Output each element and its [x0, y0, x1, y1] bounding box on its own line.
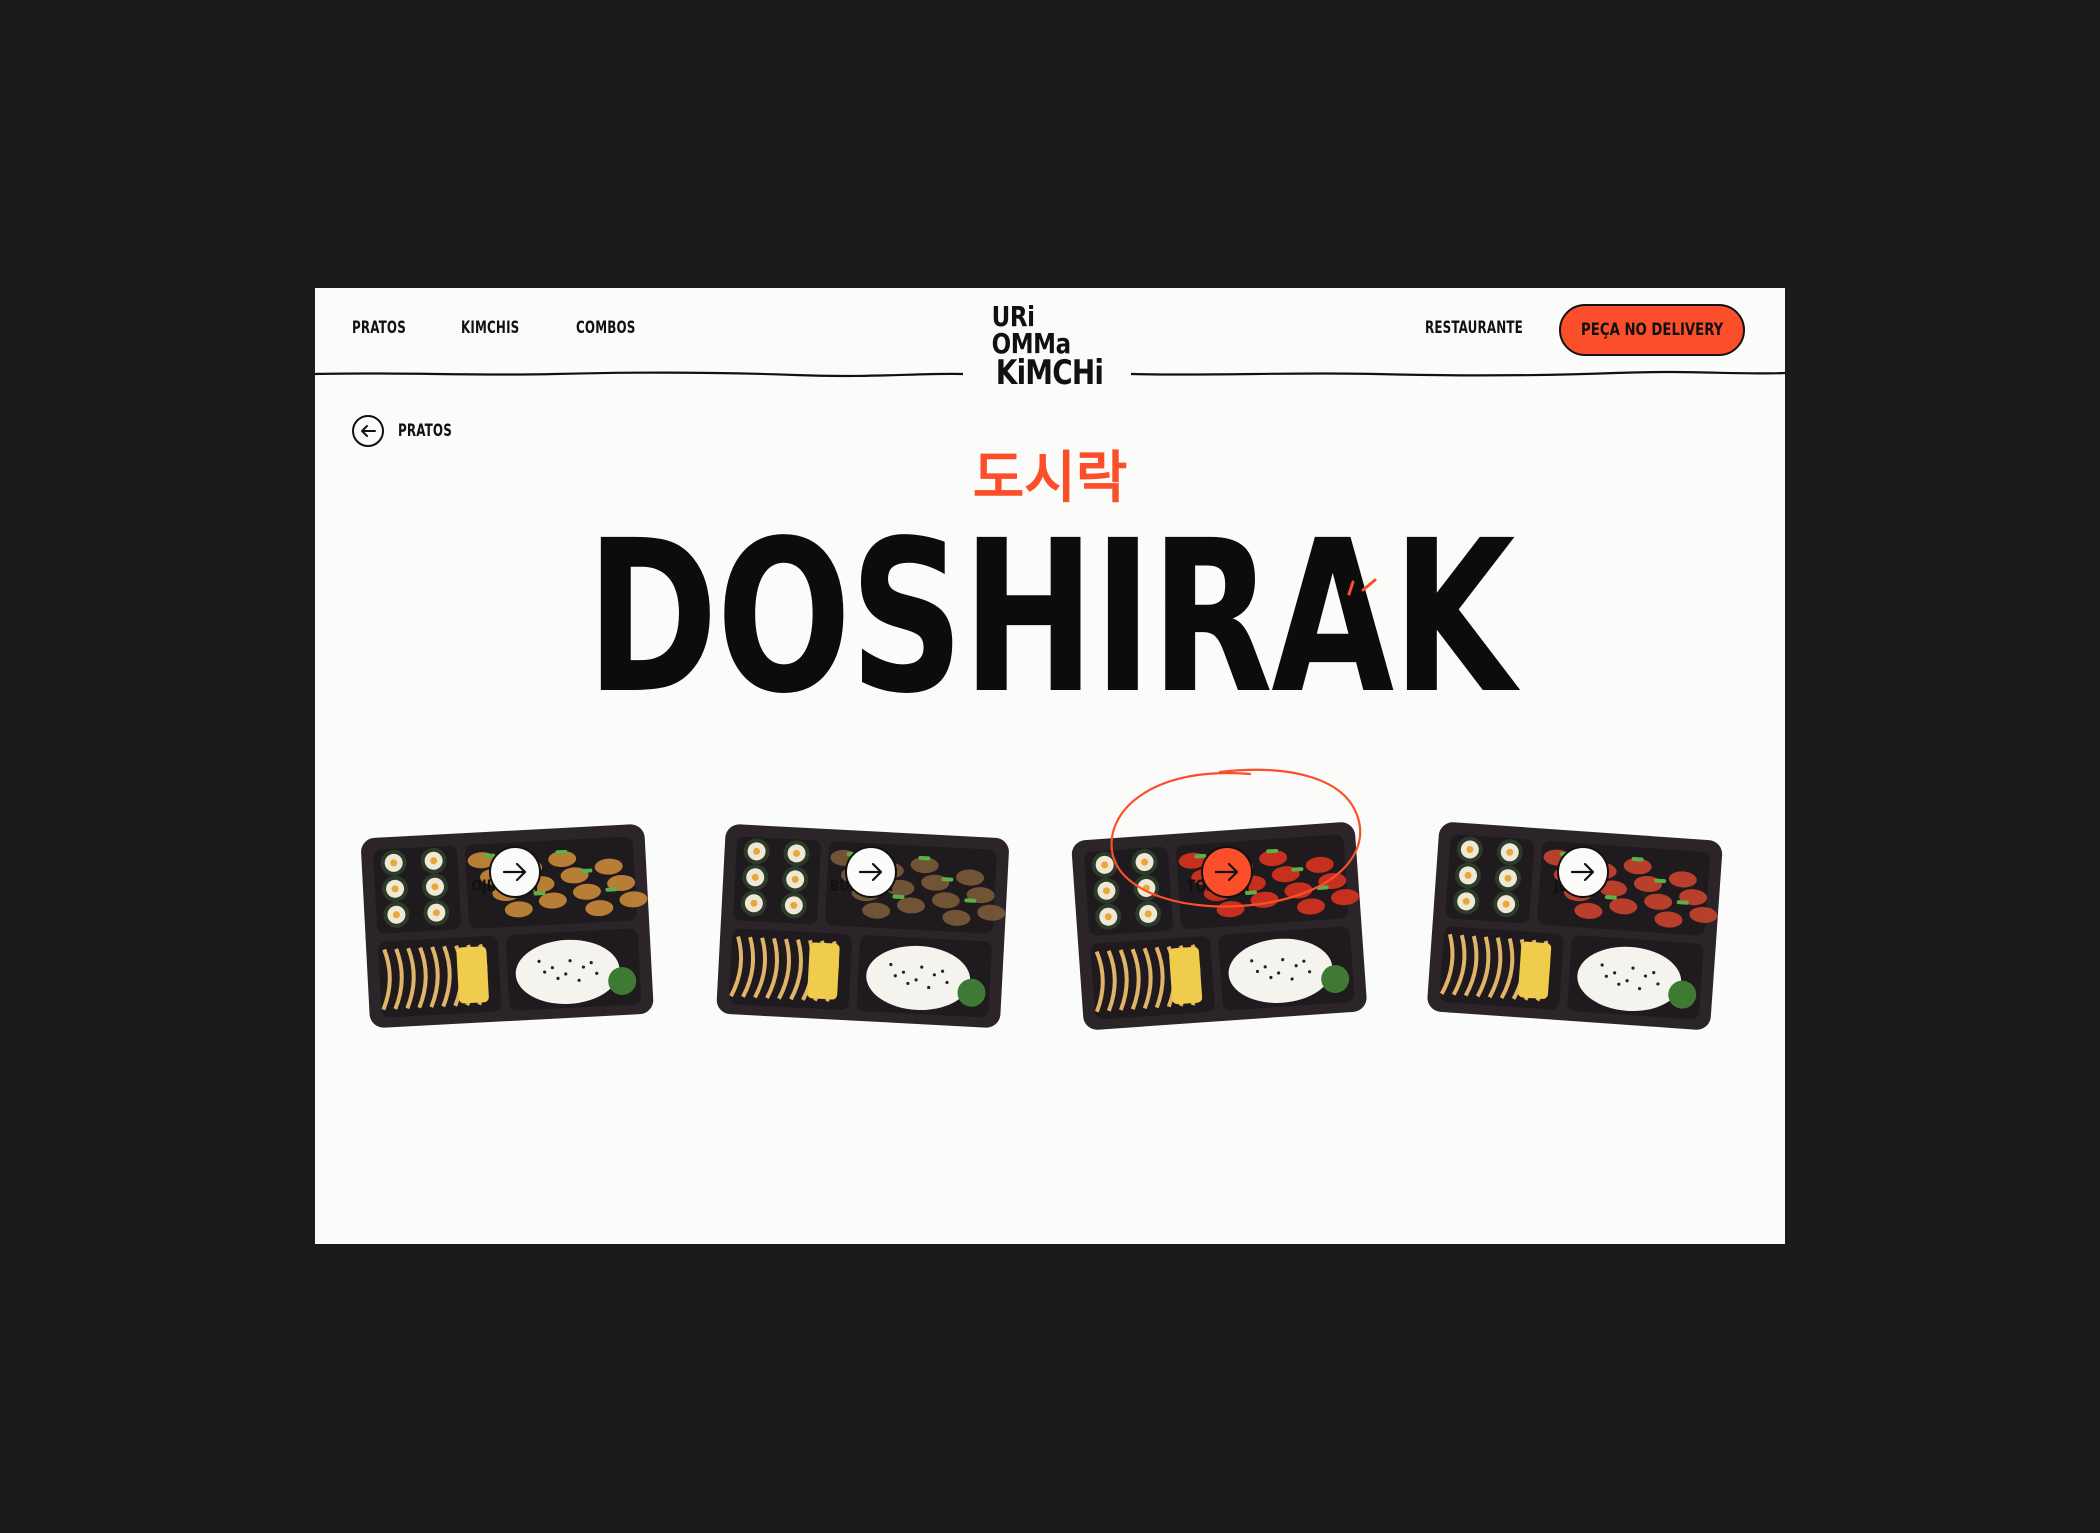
arrow-right-icon	[502, 862, 527, 882]
header-divider	[315, 370, 1785, 378]
bento-image	[1427, 822, 1723, 1030]
logo-line-1: URi OMMa	[991, 300, 1071, 360]
page-title: DOSHIRAK	[586, 495, 1515, 740]
arrow-right-icon	[1214, 862, 1239, 882]
page-canvas: PRATOS KIMCHIS COMBOS URi OMMa KiMCHi RE…	[315, 288, 1785, 1244]
back-link[interactable]: PRATOS	[352, 415, 467, 447]
arrow-left-icon	[352, 415, 384, 447]
order-delivery-button[interactable]: PEÇA NO DELIVERY	[1559, 304, 1745, 356]
arrow-right-icon	[1570, 862, 1595, 882]
nav-link-pratos[interactable]: PRATOS	[352, 320, 406, 337]
bento-image	[361, 824, 654, 1028]
nav-link-combos[interactable]: COMBOS	[576, 320, 636, 337]
bento-image	[1071, 822, 1367, 1030]
arrow-right-icon	[858, 862, 883, 882]
bento-image	[716, 824, 1009, 1028]
go-button-jeyuk[interactable]	[1557, 846, 1609, 898]
main-nav: PRATOS KIMCHIS COMBOS	[352, 320, 652, 337]
order-delivery-label: PEÇA NO DELIVERY	[1580, 320, 1724, 340]
nav-link-restaurante[interactable]: RESTAURANTE	[1425, 320, 1523, 337]
go-button-bulgogi[interactable]	[845, 846, 897, 898]
go-button-ojing-oh[interactable]	[489, 846, 541, 898]
nav-link-kimchis[interactable]: KIMCHIS	[461, 320, 519, 337]
back-link-label: PRATOS	[398, 420, 452, 441]
go-button-topokki[interactable]	[1201, 846, 1253, 898]
